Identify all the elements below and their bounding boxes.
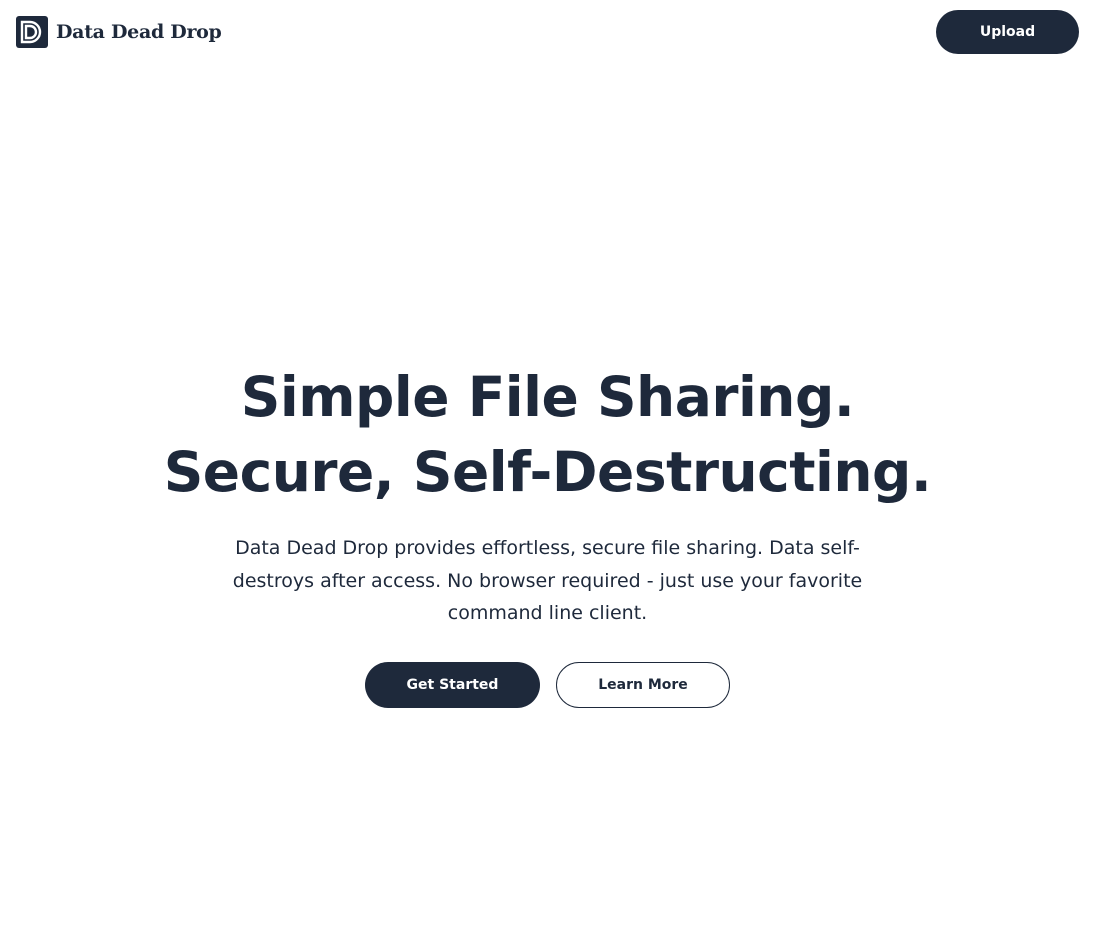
get-started-button[interactable]: Get Started [365, 661, 540, 708]
hero-description: Data Dead Drop provides effortless, secu… [232, 537, 863, 624]
upload-button[interactable]: Upload [936, 10, 1079, 54]
dd-logo-icon [16, 16, 48, 48]
brand[interactable]: Data Dead Drop [16, 16, 222, 48]
brand-name: Data Dead Drop [56, 21, 222, 43]
site-header: Data Dead Drop Upload [0, 0, 1095, 64]
learn-more-button[interactable]: Learn More [556, 661, 730, 708]
hero-title-line-2: Secure, Self-Destructing. [163, 440, 932, 504]
hero-title: Simple File Sharing. Secure, Self-Destru… [0, 360, 1095, 510]
hero-actions: Get Started Learn More [0, 661, 1095, 708]
hero-title-line-1: Simple File Sharing. [240, 365, 855, 429]
hero-section: Simple File Sharing. Secure, Self-Destru… [0, 360, 1095, 708]
